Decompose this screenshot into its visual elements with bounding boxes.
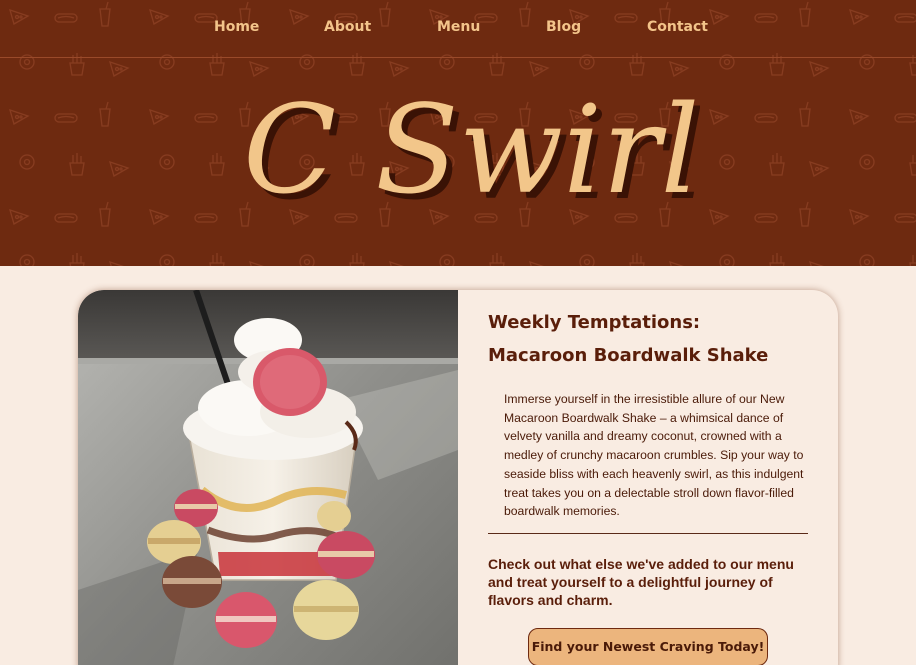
nav-home[interactable]: Home — [214, 19, 259, 35]
feature-heading-line1: Weekly Temptations: — [488, 312, 701, 333]
macaroon-yellow-3 — [317, 501, 351, 531]
macaroon-pink-2 — [215, 592, 277, 648]
feature-description: Immerse yourself in the irresistible all… — [504, 392, 804, 519]
nav-blog[interactable]: Blog — [546, 19, 581, 35]
find-craving-button[interactable]: Find your Newest Craving Today! — [528, 628, 768, 665]
feature-card: Weekly Temptations: Macaroon Boardwalk S… — [78, 290, 838, 665]
macaroon-shake-photo — [78, 290, 458, 665]
nav-about[interactable]: About — [324, 19, 371, 35]
divider — [488, 533, 808, 534]
macaroon-brown — [162, 556, 222, 608]
site-logo[interactable]: C Swirl C Swirl — [240, 72, 700, 222]
promo-text: Check out what else we've added to our m… — [488, 556, 794, 608]
site-header: Home About Menu Blog Contact C Swirl C S… — [0, 0, 916, 266]
feature-heading-line2: Macaroon Boardwalk Shake — [488, 345, 769, 366]
macaroon-yellow-2 — [293, 580, 359, 640]
svg-text:C Swirl: C Swirl — [243, 79, 700, 221]
macaroon-pink-3 — [317, 531, 375, 579]
main-nav: Home About Menu Blog Contact — [0, 0, 916, 58]
nav-menu[interactable]: Menu — [437, 19, 480, 35]
nav-contact[interactable]: Contact — [647, 19, 708, 35]
